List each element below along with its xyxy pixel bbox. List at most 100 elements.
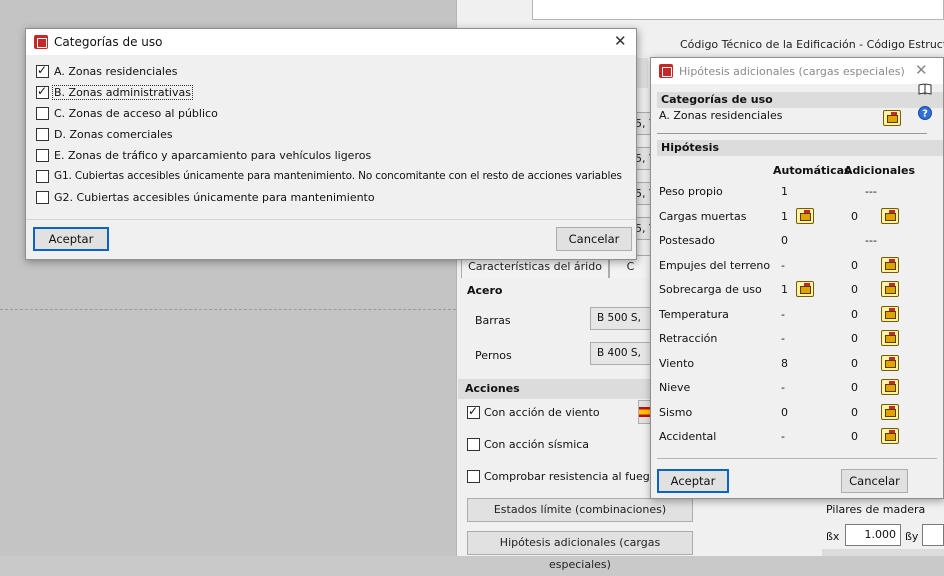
table-row: Peso propio 1 --- [659,180,939,204]
acciones-header: Acciones [458,379,650,399]
table-row: Retracción - 0 [659,327,939,351]
list-item[interactable]: G1. Cubiertas accesibles únicamente para… [36,168,623,184]
app-icon [34,35,48,49]
edit-icon[interactable] [881,281,899,297]
row-name: Retracción [659,332,718,345]
close-icon[interactable]: ✕ [915,61,928,79]
row-name: Sobrecarga de uso [659,283,762,296]
checkbox[interactable] [36,84,49,99]
hipotesis-header: Hipótesis [657,140,943,156]
row-name: Sismo [659,406,693,419]
dialog-title-bar[interactable]: Categorías de uso ✕ [26,29,636,55]
row-auto-value: - [781,308,785,321]
edit-icon[interactable] [881,355,899,371]
by-input[interactable] [922,524,944,546]
row-auto-value: - [781,332,785,345]
edit-icon[interactable] [883,110,901,126]
edit-icon[interactable] [881,208,899,224]
viento-label: Con acción de viento [484,406,600,419]
row-add-value: 0 [851,406,858,419]
app-icon [659,64,673,78]
row-name: Nieve [659,381,691,394]
edit-icon[interactable] [881,257,899,273]
checkbox[interactable] [36,169,49,183]
fuego-checkbox-row[interactable]: Comprobar resistencia al fuego [467,470,656,483]
close-icon[interactable]: ✕ [614,32,627,50]
dashed-guide-line [0,309,456,310]
row-add-value: 0 [851,357,858,370]
table-row: Empujes del terreno - 0 [659,254,939,278]
sismica-checkbox-row[interactable]: Con acción sísmica [467,438,589,451]
help-icon[interactable]: ? [918,106,932,120]
list-item[interactable]: B. Zonas administrativas [36,84,193,100]
edit-icon[interactable] [881,330,899,346]
list-item-label: A. Zonas residenciales [54,64,178,78]
categorias-header: Categorías de uso [657,92,943,108]
row-name: Accidental [659,430,717,443]
viento-checkbox[interactable] [467,404,480,419]
hipotesis-adicionales-button[interactable]: Hipótesis adicionales (cargas especiales… [467,531,693,571]
row-add-value: 0 [851,259,858,272]
row-add-value: 0 [851,430,858,443]
row-add-value: --- [865,234,877,247]
next-section-strip [822,549,944,556]
table-row: Nieve - 0 [659,376,939,400]
edit-icon[interactable] [881,404,899,420]
row-name: Peso propio [659,185,723,198]
row-auto-value: - [781,381,785,394]
row-add-value: 0 [851,210,858,223]
edit-icon[interactable] [796,281,814,297]
pernos-select[interactable]: B 400 S, [590,342,652,365]
book-icon[interactable] [918,82,932,96]
table-row: Viento 8 0 [659,352,939,376]
list-item-label: D. Zonas comerciales [54,127,173,141]
accept-button[interactable]: Aceptar [657,469,729,493]
table-row: Accidental - 0 [659,425,939,449]
bx-label: ßx [826,530,840,543]
row-add-value: 0 [851,332,858,345]
estados-limite-button[interactable]: Estados límite (combinaciones) [467,498,693,522]
checkbox[interactable] [36,106,49,120]
bx-input[interactable]: 1.000 [845,524,901,546]
edit-icon[interactable] [881,428,899,444]
list-item[interactable]: E. Zonas de tráfico y aparcamiento para … [36,147,372,163]
row-auto-value: 8 [781,357,788,370]
row-name: Viento [659,357,695,370]
list-item[interactable]: D. Zonas comerciales [36,126,174,142]
viento-checkbox-row[interactable]: Con acción de viento [467,404,600,419]
checkbox[interactable] [36,127,49,141]
by-label: ßy [905,530,919,543]
top-input-box[interactable] [532,0,944,20]
edit-icon[interactable] [881,306,899,322]
table-row: Sismo 0 0 [659,401,939,425]
table-row: Cargas muertas 1 0 [659,205,939,229]
col-automaticas: Automáticas [773,164,851,177]
cancel-button[interactable]: Cancelar [556,227,632,251]
row-auto-value: - [781,259,785,272]
cancel-button[interactable]: Cancelar [841,469,908,493]
list-item[interactable]: A. Zonas residenciales [36,63,179,79]
list-item[interactable]: C. Zonas de acceso al público [36,105,219,121]
pernos-label: Pernos [475,349,512,362]
barras-label: Barras [475,314,511,327]
table-row: Temperatura - 0 [659,303,939,327]
dialog-title-bar[interactable]: Hipótesis adicionales (cargas especiales… [651,58,943,84]
edit-icon[interactable] [796,208,814,224]
table-row: Sobrecarga de uso 1 0 [659,278,939,302]
checkbox[interactable] [36,190,49,204]
fuego-checkbox[interactable] [467,470,480,483]
row-name: Cargas muertas [659,210,747,223]
edit-icon[interactable] [881,379,899,395]
acero-label: Acero [467,284,503,297]
row-add-value: 0 [851,381,858,394]
divider [657,133,927,134]
divider [26,219,636,220]
categorias-dialog: Categorías de uso ✕ A. Zonas residencial… [25,28,637,260]
barras-select[interactable]: B 500 S, [590,307,652,330]
sismica-checkbox[interactable] [467,438,480,451]
checkbox[interactable] [36,148,49,162]
accept-button[interactable]: Aceptar [33,227,109,251]
table-row: Postesado 0 --- [659,229,939,253]
checkbox[interactable] [36,63,49,78]
list-item[interactable]: G2. Cubiertas accesibles únicamente para… [36,189,376,205]
